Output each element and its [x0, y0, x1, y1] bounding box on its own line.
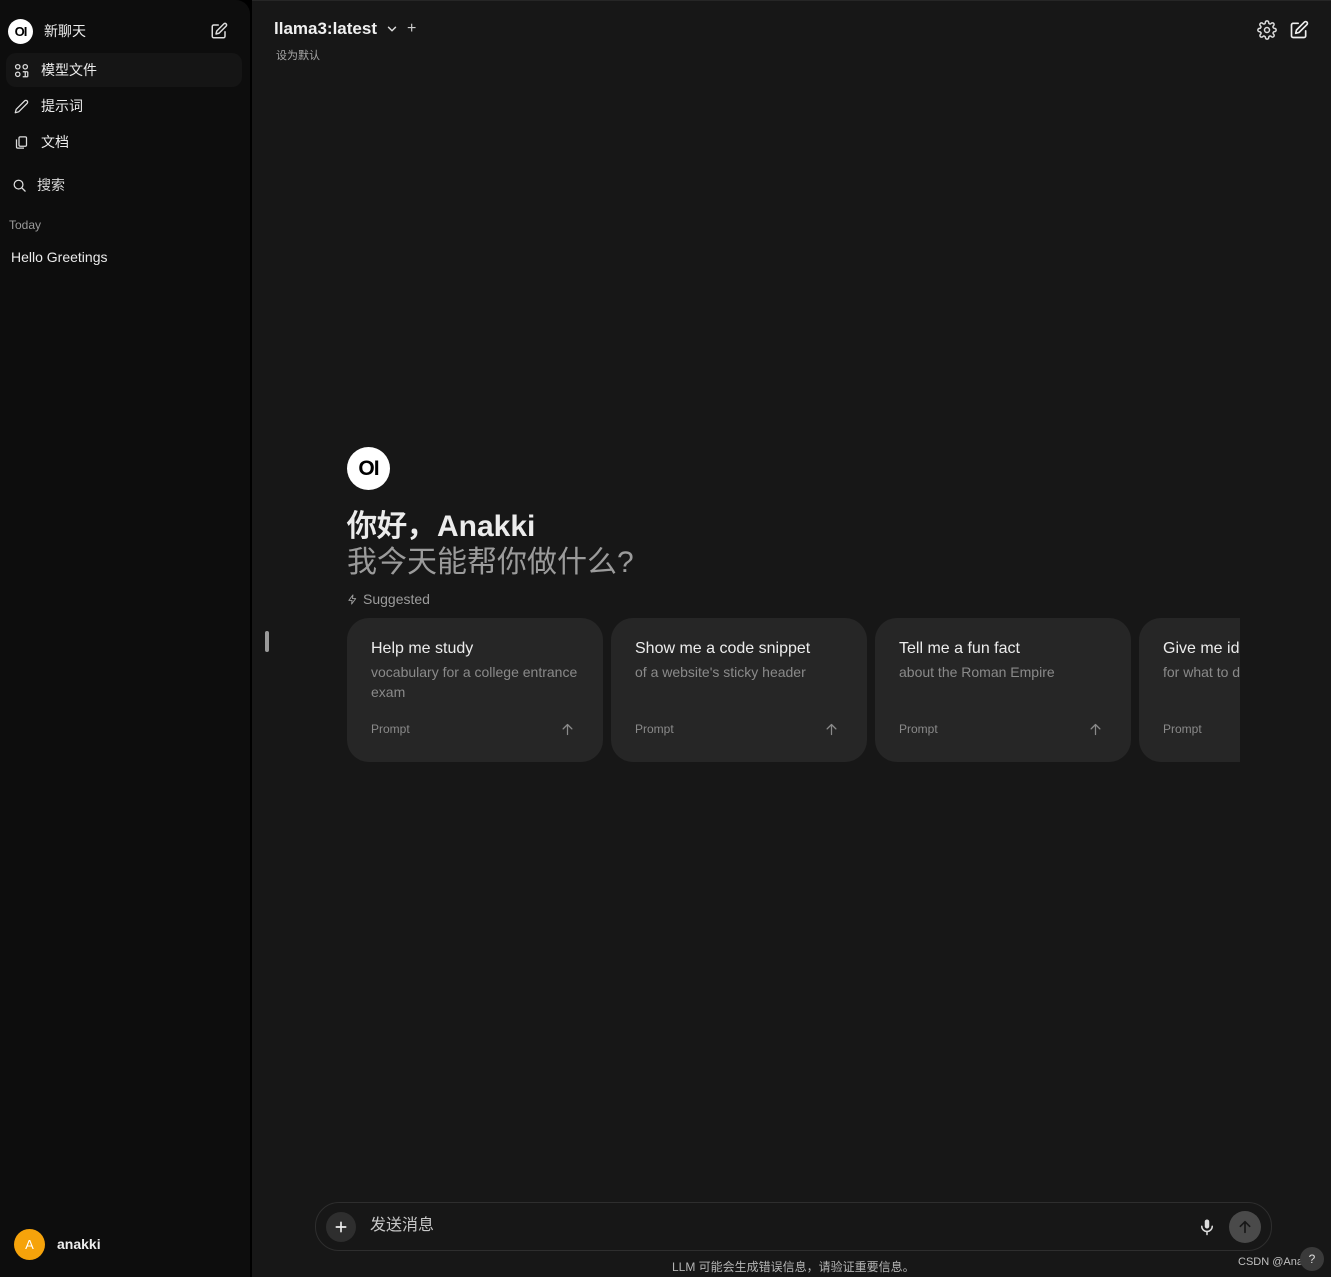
new-chat-edit-icon[interactable] — [1289, 20, 1309, 40]
card-foot: Prompt — [635, 722, 674, 736]
sidebar-item-modelfiles[interactable]: 模型文件 — [6, 53, 242, 87]
greeting-subtitle: 我今天能帮你做什么? — [347, 546, 634, 579]
chevron-down-icon — [387, 26, 397, 32]
add-model-button[interactable]: + — [407, 20, 416, 38]
disclaimer-text: LLM 可能会生成错误信息，请验证重要信息。 — [672, 1260, 915, 1274]
message-input[interactable] — [368, 1216, 1168, 1236]
suggestion-card[interactable]: Show me a code snippet of a website's st… — [611, 618, 867, 762]
sidebar-resize-handle[interactable] — [265, 631, 269, 652]
sidebar: OI 新聊天 模型文件 提示词 文档 搜索 Today Hello Greeti… — [0, 0, 250, 1277]
card-title: Show me a code snippet — [635, 640, 811, 657]
card-foot: Prompt — [899, 722, 938, 736]
gear-icon[interactable] — [1257, 20, 1277, 40]
card-foot: Prompt — [371, 722, 410, 736]
attach-button[interactable] — [326, 1212, 356, 1242]
suggestion-card[interactable]: Give me ideas for what to do with my kid… — [1139, 618, 1240, 762]
suggestion-card[interactable]: Tell me a fun fact about the Roman Empir… — [875, 618, 1131, 762]
help-button[interactable]: ? — [1300, 1247, 1324, 1271]
username: anakki — [57, 1236, 101, 1252]
card-title: Tell me a fun fact — [899, 640, 1020, 657]
app-logo: OI — [8, 18, 33, 44]
welcome-logo: OI — [347, 447, 390, 490]
card-desc: about the Roman Empire — [899, 664, 1055, 680]
edit-icon[interactable] — [210, 22, 228, 40]
arrow-up-icon — [1090, 723, 1101, 736]
sidebar-item-documents[interactable]: 文档 — [6, 125, 242, 159]
send-button[interactable] — [1229, 1211, 1261, 1243]
suggested-label: Suggested — [347, 591, 430, 607]
sidebar-item-label: 提示词 — [41, 98, 83, 114]
message-composer — [315, 1202, 1272, 1251]
new-chat-button[interactable]: OI 新聊天 — [8, 17, 240, 45]
chat-history-item[interactable]: Hello Greetings — [11, 249, 108, 265]
search-icon — [13, 179, 26, 192]
card-desc: for what to do with my kids' art — [1163, 664, 1240, 680]
suggestion-cards: Help me study vocabulary for a college e… — [347, 618, 1240, 763]
sidebar-item-prompts[interactable]: 提示词 — [6, 89, 242, 123]
app-window: OI 新聊天 模型文件 提示词 文档 搜索 Today Hello Greeti… — [0, 0, 1331, 1277]
arrow-up-icon — [1239, 1220, 1251, 1234]
section-today: Today — [9, 218, 42, 232]
card-desc: of a website's sticky header — [635, 664, 806, 680]
pencil-icon — [14, 99, 29, 113]
grid-icon — [14, 63, 29, 77]
documents-icon — [15, 135, 28, 149]
new-chat-label: 新聊天 — [44, 23, 86, 39]
user-menu[interactable]: A anakki — [14, 1228, 101, 1260]
card-title: Help me study — [371, 640, 474, 657]
arrow-up-icon — [562, 723, 573, 736]
microphone-icon[interactable] — [1198, 1217, 1216, 1237]
avatar: A — [14, 1228, 45, 1260]
sidebar-item-label: 模型文件 — [41, 62, 97, 78]
chat-main: llama3:latest + 设为默认 OI 你好，Anakki 我今天能帮你… — [252, 0, 1331, 1277]
model-selector[interactable]: llama3:latest + — [274, 19, 416, 39]
plus-icon — [335, 1221, 347, 1233]
search-label: 搜索 — [37, 177, 65, 193]
sparkle-icon — [348, 593, 357, 605]
arrow-up-icon — [826, 723, 837, 736]
set-default-link[interactable]: 设为默认 — [276, 47, 320, 63]
sidebar-search[interactable]: 搜索 — [6, 172, 242, 198]
model-name: llama3:latest — [274, 19, 377, 38]
sidebar-item-label: 文档 — [41, 134, 69, 150]
suggestion-card[interactable]: Help me study vocabulary for a college e… — [347, 618, 603, 762]
card-foot: Prompt — [1163, 722, 1202, 736]
card-desc: vocabulary for a college entrance exam — [371, 664, 578, 700]
card-title: Give me ideas — [1163, 640, 1240, 657]
